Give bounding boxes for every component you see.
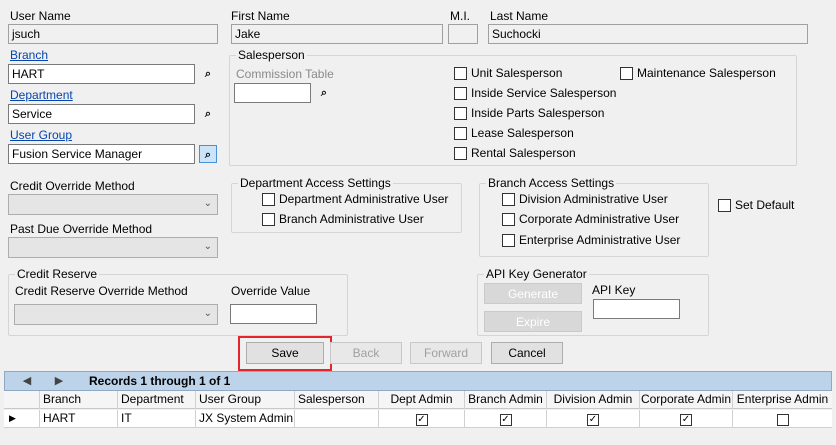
- grid-header: Branch Department User Group Salesperson…: [4, 391, 832, 409]
- last-name-field[interactable]: Suchocki: [488, 24, 808, 44]
- chevron-down-icon: ⌄: [203, 308, 212, 319]
- mi-field[interactable]: [448, 24, 478, 44]
- mi-label: M.I.: [450, 9, 470, 23]
- back-button[interactable]: Back: [330, 342, 402, 364]
- column-header[interactable]: Dept Admin: [379, 391, 465, 409]
- department-lookup-icon[interactable]: ⌕: [199, 105, 217, 123]
- rental-salesperson-checkbox[interactable]: Rental Salesperson: [454, 146, 576, 160]
- cell-department[interactable]: IT: [118, 410, 196, 428]
- lease-salesperson-checkbox[interactable]: Lease Salesperson: [454, 126, 574, 140]
- enterprise-admin-checkbox[interactable]: Enterprise Administrative User: [502, 233, 680, 247]
- inside-parts-salesperson-checkbox[interactable]: Inside Parts Salesperson: [454, 106, 604, 120]
- department-field[interactable]: Service: [8, 104, 195, 124]
- past-due-override-select[interactable]: ⌄: [8, 237, 218, 258]
- cell-division-admin[interactable]: ✓: [547, 410, 640, 428]
- prev-record-icon[interactable]: ◀: [13, 373, 41, 389]
- row-selector-header: [4, 391, 40, 409]
- credit-override-select[interactable]: ⌄: [8, 194, 218, 215]
- division-admin-checkbox[interactable]: Division Administrative User: [502, 192, 668, 206]
- override-value-label: Override Value: [231, 284, 311, 298]
- enterprise-admin-grid-checkbox[interactable]: [776, 413, 789, 426]
- api-key-label: API Key: [592, 283, 636, 297]
- override-value-field[interactable]: [230, 304, 317, 324]
- corporate-admin-grid-checkbox[interactable]: ✓: [680, 413, 692, 426]
- unit-salesperson-checkbox[interactable]: Unit Salesperson: [454, 66, 562, 80]
- chevron-down-icon: ⌄: [203, 241, 212, 252]
- forward-button[interactable]: Forward: [410, 342, 482, 364]
- column-header[interactable]: Branch: [40, 391, 118, 409]
- grid-nav-bar: ◀ ▶ Records 1 through 1 of 1: [4, 371, 832, 391]
- next-record-icon[interactable]: ▶: [45, 373, 73, 389]
- chevron-down-icon: ⌄: [203, 198, 212, 209]
- column-header[interactable]: Corporate Admin: [640, 391, 733, 409]
- column-header[interactable]: Salesperson: [295, 391, 379, 409]
- dept-admin-checkbox[interactable]: ✓: [415, 413, 428, 426]
- set-default-checkbox[interactable]: Set Default: [718, 198, 794, 212]
- username-field[interactable]: jsuch: [8, 24, 218, 44]
- generate-button[interactable]: Generate: [484, 283, 582, 304]
- branch-access-title: Branch Access Settings: [486, 176, 617, 190]
- user-group-link[interactable]: User Group: [10, 128, 72, 142]
- cell-branch-admin[interactable]: ✓: [465, 410, 547, 428]
- branch-lookup-icon[interactable]: ⌕: [199, 65, 217, 83]
- column-header[interactable]: Department: [118, 391, 196, 409]
- credit-reserve-title: Credit Reserve: [15, 267, 100, 281]
- commission-table-label: Commission Table: [236, 67, 334, 81]
- cell-enterprise-admin[interactable]: [733, 410, 832, 428]
- cancel-button[interactable]: Cancel: [491, 342, 563, 364]
- row-indicator-icon: ▶: [4, 410, 40, 428]
- salesperson-group-title: Salesperson: [236, 48, 307, 62]
- credit-reserve-method-label: Credit Reserve Override Method: [15, 284, 188, 298]
- commission-table-field[interactable]: [234, 83, 311, 103]
- expire-button[interactable]: Expire: [484, 311, 582, 332]
- cell-dept-admin[interactable]: ✓: [379, 410, 465, 428]
- column-header[interactable]: Branch Admin: [465, 391, 547, 409]
- cell-salesperson[interactable]: [295, 410, 379, 428]
- department-access-title: Department Access Settings: [238, 176, 393, 190]
- column-header[interactable]: Division Admin: [547, 391, 640, 409]
- branch-field[interactable]: HART: [8, 64, 195, 84]
- username-label: User Name: [10, 9, 71, 23]
- table-row[interactable]: ▶ HART IT JX System Admin ✓ ✓ ✓ ✓: [4, 410, 832, 428]
- column-header[interactable]: Enterprise Admin: [733, 391, 832, 409]
- division-admin-grid-checkbox[interactable]: ✓: [587, 413, 599, 426]
- credit-override-label: Credit Override Method: [10, 179, 135, 193]
- commission-lookup-icon[interactable]: ⌕: [315, 84, 333, 102]
- branch-admin-checkbox[interactable]: Branch Administrative User: [262, 212, 424, 226]
- cell-corporate-admin[interactable]: ✓: [640, 410, 733, 428]
- records-count: Records 1 through 1 of 1: [89, 374, 231, 388]
- api-key-group-title: API Key Generator: [484, 267, 589, 281]
- cell-user-group[interactable]: JX System Admin: [196, 410, 295, 428]
- user-group-field[interactable]: Fusion Service Manager: [8, 144, 195, 164]
- api-key-field[interactable]: [593, 299, 680, 319]
- department-link[interactable]: Department: [10, 88, 73, 102]
- maintenance-salesperson-checkbox[interactable]: Maintenance Salesperson: [620, 66, 776, 80]
- department-admin-checkbox[interactable]: Department Administrative User: [262, 192, 448, 206]
- credit-reserve-method-select[interactable]: ⌄: [14, 304, 218, 325]
- user-group-lookup-icon[interactable]: ⌕: [199, 145, 217, 163]
- branch-link[interactable]: Branch: [10, 48, 48, 62]
- inside-service-salesperson-checkbox[interactable]: Inside Service Salesperson: [454, 86, 616, 100]
- first-name-field[interactable]: Jake: [231, 24, 443, 44]
- last-name-label: Last Name: [490, 9, 549, 23]
- past-due-override-label: Past Due Override Method: [10, 222, 153, 236]
- column-header[interactable]: User Group: [196, 391, 295, 409]
- save-button[interactable]: Save: [246, 342, 324, 364]
- cell-branch[interactable]: HART: [40, 410, 118, 428]
- first-name-label: First Name: [231, 9, 290, 23]
- corporate-admin-checkbox[interactable]: Corporate Administrative User: [502, 212, 679, 226]
- branch-admin-grid-checkbox[interactable]: ✓: [499, 413, 512, 426]
